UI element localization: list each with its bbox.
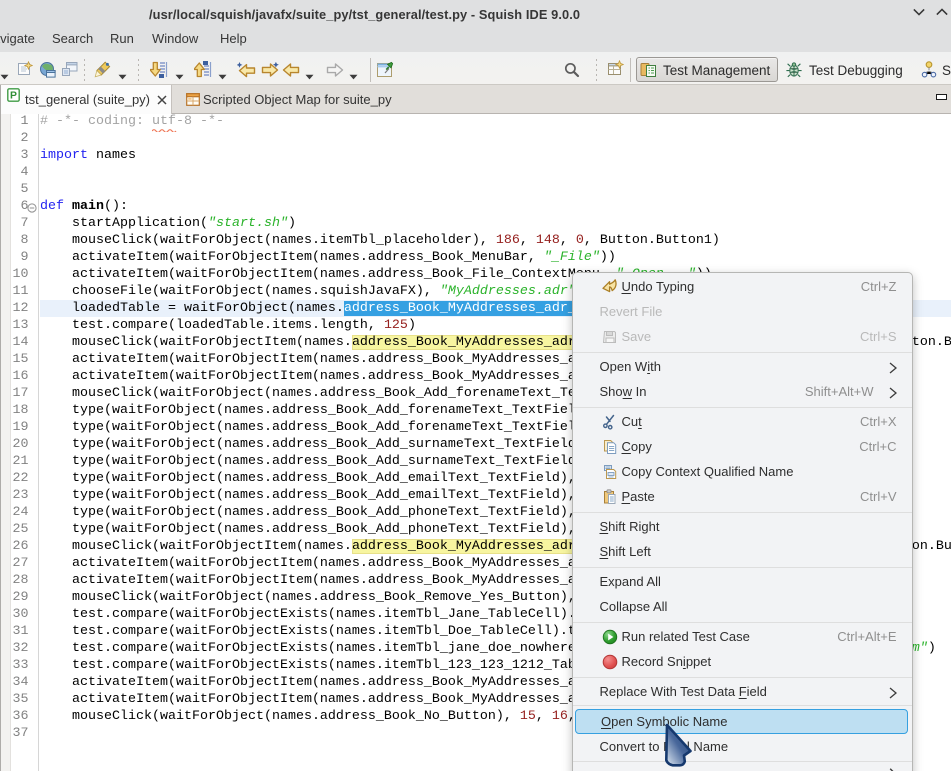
svg-text:P: P [10,91,17,102]
